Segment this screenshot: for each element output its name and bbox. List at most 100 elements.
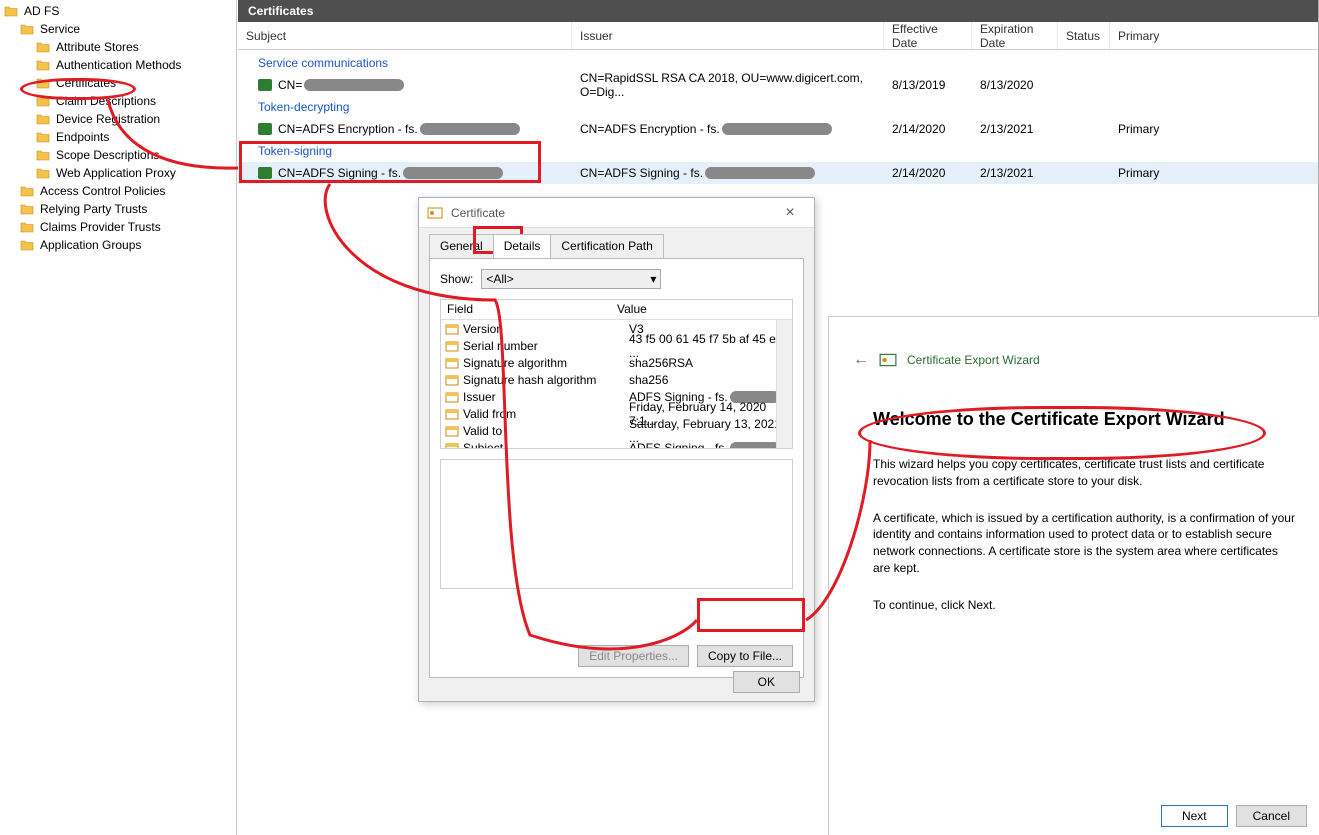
- scrollbar[interactable]: [776, 320, 792, 448]
- grid-group-header[interactable]: Token-signing: [238, 140, 1318, 162]
- col-issuer[interactable]: Issuer: [572, 22, 884, 49]
- dialog-tabs: General Details Certification Path: [419, 228, 814, 258]
- tree-item[interactable]: Web Application Proxy: [0, 164, 236, 182]
- panel-title: Certificates: [238, 0, 1318, 22]
- tree-item[interactable]: Attribute Stores: [0, 38, 236, 56]
- folder-icon: [36, 41, 50, 53]
- field-row[interactable]: Valid toSaturday, February 13, 2021 ...: [441, 422, 792, 439]
- show-label: Show:: [440, 272, 473, 286]
- tree-item[interactable]: Endpoints: [0, 128, 236, 146]
- dialog-titlebar[interactable]: Certificate ×: [419, 198, 814, 228]
- close-icon[interactable]: ×: [774, 204, 806, 222]
- tree-item[interactable]: Claim Descriptions: [0, 92, 236, 110]
- certificate-icon: [258, 79, 272, 91]
- tree-item-label: Claim Descriptions: [56, 94, 156, 108]
- cell-subject: CN=: [278, 78, 302, 92]
- folder-icon: [36, 95, 50, 107]
- field-icon: [445, 425, 459, 437]
- copy-to-file-button[interactable]: Copy to File...: [697, 645, 793, 667]
- field-icon: [445, 442, 459, 450]
- ok-button[interactable]: OK: [733, 671, 800, 693]
- tree-item[interactable]: Service: [0, 20, 236, 38]
- cell-exp: 2/13/2021: [972, 122, 1058, 136]
- wizard-label: Certificate Export Wizard: [907, 353, 1040, 367]
- cancel-button[interactable]: Cancel: [1236, 805, 1307, 827]
- field-value: sha256: [629, 373, 792, 387]
- tree-item-label: Certificates: [56, 76, 116, 90]
- tree-item[interactable]: Scope Descriptions: [0, 146, 236, 164]
- wizard-text-2: A certificate, which is issued by a cert…: [829, 504, 1319, 591]
- edit-properties-button: Edit Properties...: [578, 645, 689, 667]
- grid-row[interactable]: CN=ADFS Encryption - fs. CN=ADFS Encrypti…: [238, 118, 1318, 140]
- grid-body: Service communicationsCN=CN=RapidSSL RSA…: [238, 50, 1318, 184]
- field-icon: [445, 374, 459, 386]
- cell-eff: 2/14/2020: [884, 166, 972, 180]
- nav-tree: AD FS ServiceAttribute StoresAuthenticat…: [0, 0, 237, 835]
- field-name: Subject: [463, 441, 629, 450]
- tree-item[interactable]: Device Registration: [0, 110, 236, 128]
- grid-row[interactable]: CN=CN=RapidSSL RSA CA 2018, OU=www.digic…: [238, 74, 1318, 96]
- cell-eff: 8/13/2019: [884, 78, 972, 92]
- wizard-text-1: This wizard helps you copy certificates,…: [829, 450, 1319, 504]
- tree-item-label: Endpoints: [56, 130, 109, 144]
- grid-row[interactable]: CN=ADFS Signing - fs.CN=ADFS Signing - f…: [238, 162, 1318, 184]
- tree-item-label: Scope Descriptions: [56, 148, 159, 162]
- tree-item[interactable]: Claims Provider Trusts: [0, 218, 236, 236]
- dialog-title: Certificate: [451, 206, 774, 220]
- show-value: <All>: [486, 272, 513, 286]
- tab-cert-path[interactable]: Certification Path: [550, 234, 663, 258]
- folder-icon: [36, 167, 50, 179]
- fields-listview[interactable]: Field Value VersionV3Serial number43 f5 …: [440, 299, 793, 449]
- field-row[interactable]: Serial number43 f5 00 61 45 f7 5b af 45 …: [441, 337, 792, 354]
- tree-root[interactable]: AD FS: [0, 2, 236, 20]
- field-row[interactable]: Signature hash algorithmsha256: [441, 371, 792, 388]
- back-arrow-icon[interactable]: ←: [853, 351, 869, 369]
- folder-icon: [36, 59, 50, 71]
- tree-item[interactable]: Access Control Policies: [0, 182, 236, 200]
- field-icon: [445, 391, 459, 403]
- details-tabpage: Show: <All> ▾ Field Value VersionV3Seria…: [429, 258, 804, 678]
- field-row[interactable]: Signature algorithmsha256RSA: [441, 354, 792, 371]
- tree-item-label: Claims Provider Trusts: [40, 220, 161, 234]
- cell-issuer: CN=ADFS Encryption - fs.: [580, 122, 720, 136]
- folder-icon: [36, 77, 50, 89]
- folder-icon: [20, 221, 34, 233]
- cell-issuer: CN=ADFS Signing - fs.: [580, 166, 703, 180]
- field-value: sha256RSA: [629, 356, 792, 370]
- field-name: Valid from: [463, 407, 629, 421]
- tree-item[interactable]: Application Groups: [0, 236, 236, 254]
- tab-details[interactable]: Details: [493, 234, 552, 258]
- tree-item[interactable]: Certificates: [0, 74, 236, 92]
- grid-group-header[interactable]: Token-decrypting: [238, 96, 1318, 118]
- col-subject[interactable]: Subject: [238, 22, 572, 49]
- field-name: Valid to: [463, 424, 629, 438]
- certificate-icon: [258, 123, 272, 135]
- cell-eff: 2/14/2020: [884, 122, 972, 136]
- chevron-down-icon: ▾: [650, 272, 656, 286]
- field-detail-textarea[interactable]: [440, 459, 793, 589]
- folder-icon: [36, 131, 50, 143]
- field-value: ADFS Signing - fs.: [629, 441, 792, 450]
- folder-icon: [36, 149, 50, 161]
- certificate-dialog: Certificate × General Details Certificat…: [418, 197, 815, 702]
- cell-subject: CN=ADFS Encryption - fs.: [278, 122, 418, 136]
- certificate-icon: [879, 351, 897, 369]
- show-dropdown[interactable]: <All> ▾: [481, 269, 661, 289]
- field-icon: [445, 408, 459, 420]
- folder-icon: [20, 185, 34, 197]
- tab-general[interactable]: General: [429, 234, 494, 258]
- tree-item[interactable]: Authentication Methods: [0, 56, 236, 74]
- col-primary[interactable]: Primary: [1110, 22, 1270, 49]
- field-icon: [445, 357, 459, 369]
- col-exp[interactable]: Expiration Date: [972, 22, 1058, 49]
- cell-primary: Primary: [1110, 122, 1270, 136]
- col-status[interactable]: Status: [1058, 22, 1110, 49]
- next-button[interactable]: Next: [1161, 805, 1228, 827]
- col-eff[interactable]: Effective Date: [884, 22, 972, 49]
- folder-icon: [4, 5, 18, 17]
- field-name: Serial number: [463, 339, 629, 353]
- tree-item[interactable]: Relying Party Trusts: [0, 200, 236, 218]
- field-row[interactable]: SubjectADFS Signing - fs.: [441, 439, 792, 449]
- wizard-text-3: To continue, click Next.: [829, 591, 1319, 628]
- folder-icon: [20, 203, 34, 215]
